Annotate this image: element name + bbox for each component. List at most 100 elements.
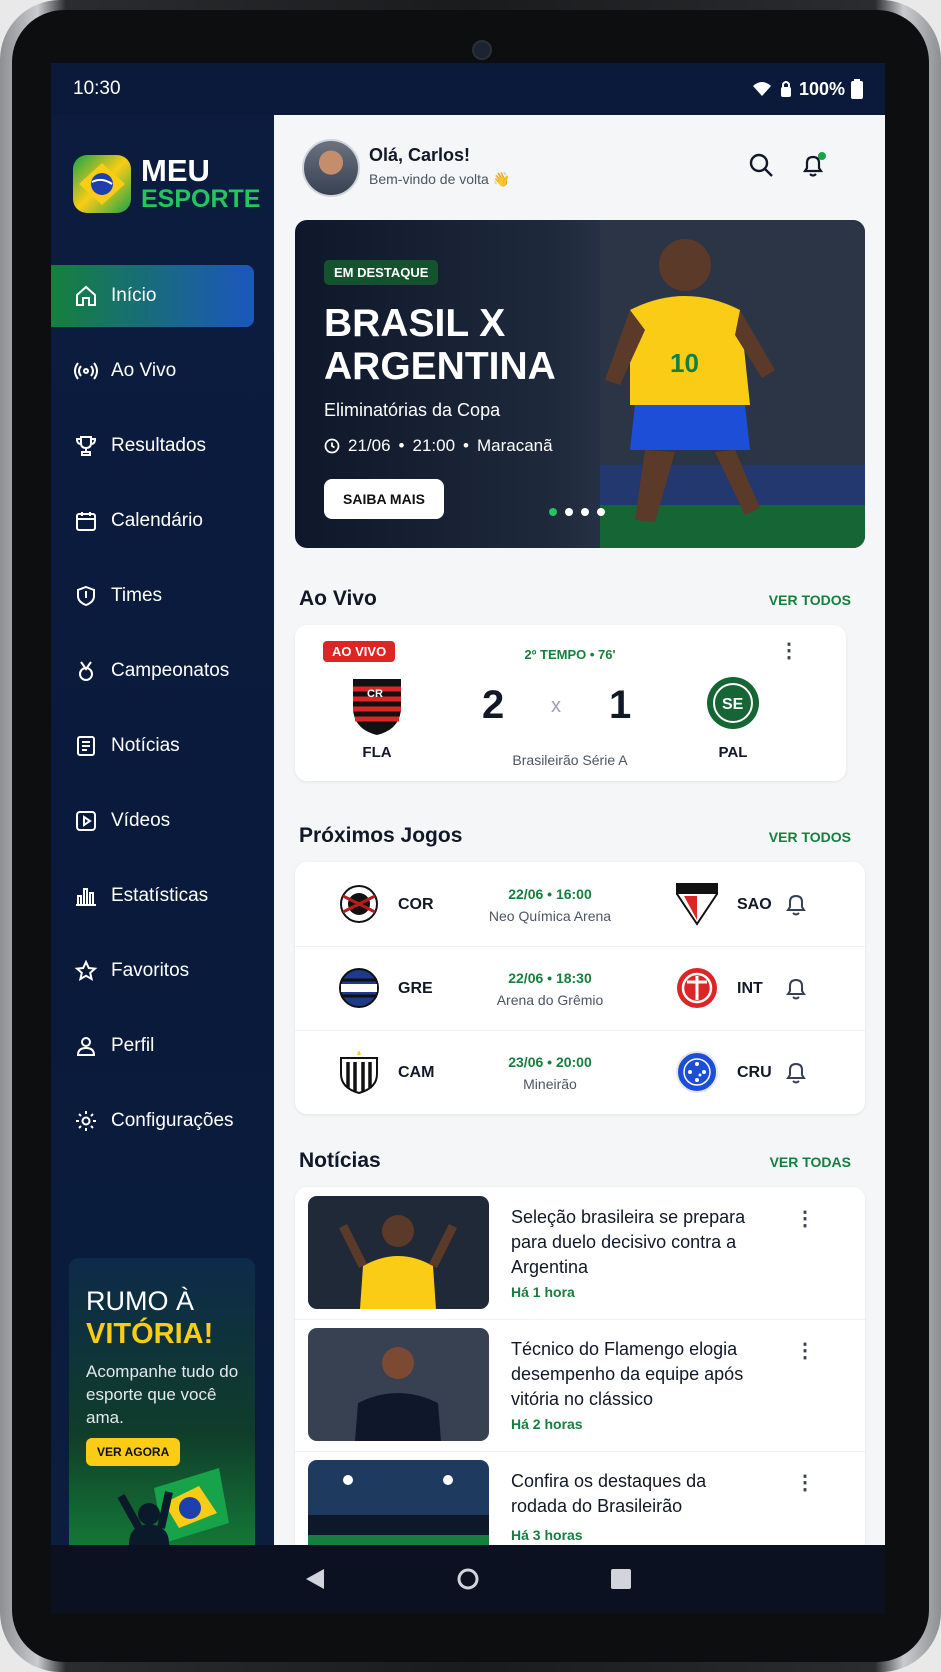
match-datetime: 22/06 • 18:30 xyxy=(508,970,592,986)
atletico-mg-crest-icon xyxy=(340,1050,378,1094)
clock-icon xyxy=(324,438,340,454)
svg-text:CR: CR xyxy=(367,688,383,700)
sidebar-item-ao-vivo[interactable]: Ao Vivo xyxy=(51,340,254,402)
featured-time: 21:00 xyxy=(412,436,456,455)
broadcast-icon xyxy=(73,358,99,384)
svg-text:SE: SE xyxy=(722,696,744,713)
match-reminder-bell-icon[interactable] xyxy=(785,976,807,1000)
shield-icon xyxy=(73,583,99,609)
sidebar-item-campeonatos[interactable]: Campeonatos xyxy=(51,640,254,702)
more-options-icon[interactable]: ⋮ xyxy=(795,1209,815,1229)
sidebar-item-noticias[interactable]: Notícias xyxy=(51,715,254,777)
news-item[interactable]: Técnico do Flamengo elogia desempenho da… xyxy=(295,1319,865,1452)
player-photo: 10 xyxy=(600,220,865,548)
user-icon xyxy=(73,1033,99,1059)
featured-banner[interactable]: 10 EM DESTAQUE BRASIL X ARGENTINA Elimin… xyxy=(295,220,865,548)
home-team-abbr: GRE xyxy=(398,980,433,997)
live-match-card[interactable]: AO VIVO 2º TEMPO • 76' ⋮ CR SE 2 x 1 FLA… xyxy=(295,625,846,781)
home-icon xyxy=(73,283,99,309)
sidebar-item-times[interactable]: Times xyxy=(51,565,254,627)
video-icon xyxy=(73,808,99,834)
sidebar-item-label: Resultados xyxy=(111,435,207,456)
news-section-title: Notícias xyxy=(299,1149,381,1172)
system-navigation-bar xyxy=(51,1545,885,1613)
promo-card[interactable]: RUMO À VITÓRIA! Acompanhe tudo do esport… xyxy=(69,1258,255,1578)
avatar[interactable] xyxy=(302,139,360,197)
stats-icon xyxy=(73,883,99,909)
status-time: 10:30 xyxy=(73,78,121,99)
sidebar-item-calendario[interactable]: Calendário xyxy=(51,490,254,552)
sidebar-item-label: Campeonatos xyxy=(111,660,230,681)
sidebar: MEU ESPORTE Início Ao Vivo Resultados Ca… xyxy=(51,115,274,1578)
learn-more-button[interactable]: SAIBA MAIS xyxy=(324,479,444,519)
back-icon[interactable] xyxy=(304,1567,326,1591)
match-datetime: 22/06 • 16:00 xyxy=(508,886,592,902)
sidebar-item-label: Times xyxy=(111,585,163,606)
header: Olá, Carlos! Bem-vindo de volta 👋 xyxy=(274,115,885,213)
live-see-all-link[interactable]: VER TODOS xyxy=(769,592,851,608)
wifi-icon xyxy=(752,82,771,96)
sidebar-item-inicio[interactable]: Início xyxy=(51,265,254,327)
sidebar-item-estatisticas[interactable]: Estatísticas xyxy=(51,865,254,927)
carousel-dot[interactable] xyxy=(549,508,557,516)
medal-icon xyxy=(73,658,99,684)
sidebar-item-label: Favoritos xyxy=(111,960,190,981)
sidebar-item-configuracoes[interactable]: Configurações xyxy=(51,1090,254,1152)
sidebar-item-label: Calendário xyxy=(111,510,203,531)
upcoming-matches-card: COR 22/06 • 16:00 Neo Química Arena SAO … xyxy=(295,862,865,1114)
featured-venue: Maracanã xyxy=(477,436,553,455)
sidebar-item-favoritos[interactable]: Favoritos xyxy=(51,940,254,1002)
upcoming-match-row[interactable]: COR 22/06 • 16:00 Neo Química Arena SAO xyxy=(295,862,865,947)
match-reminder-bell-icon[interactable] xyxy=(785,892,807,916)
app-logo[interactable]: MEU ESPORTE xyxy=(73,155,260,213)
news-item[interactable]: Seleção brasileira se prepara para duelo… xyxy=(295,1187,865,1320)
match-reminder-bell-icon[interactable] xyxy=(785,1060,807,1084)
gremio-crest-icon xyxy=(339,968,379,1008)
promo-title-line1: RUMO À xyxy=(86,1286,194,1316)
news-time: Há 1 hora xyxy=(511,1284,575,1300)
battery-icon xyxy=(851,79,863,99)
away-team-abbr: SAO xyxy=(737,896,772,913)
news-item[interactable]: Confira os destaques da rodada do Brasil… xyxy=(295,1451,865,1545)
internacional-crest-icon xyxy=(677,968,717,1008)
carousel-dots xyxy=(549,508,605,516)
search-icon[interactable] xyxy=(747,151,775,179)
corinthians-crest-icon xyxy=(340,885,378,923)
recent-apps-icon[interactable] xyxy=(610,1568,632,1590)
away-team-abbr: INT xyxy=(737,980,763,997)
upcoming-match-row[interactable]: GRE 22/06 • 18:30 Arena do Grêmio INT xyxy=(295,946,865,1031)
news-title: Técnico do Flamengo elogia desempenho da… xyxy=(511,1339,744,1409)
news-see-all-link[interactable]: VER TODAS xyxy=(770,1154,851,1170)
promo-description: Acompanhe tudo do esporte que você ama. xyxy=(86,1362,239,1427)
status-bar: 10:30 100% xyxy=(51,63,885,115)
league-name: Brasileirão Série A xyxy=(512,752,628,768)
home-button-icon[interactable] xyxy=(456,1567,480,1591)
match-datetime: 23/06 • 20:00 xyxy=(508,1054,592,1070)
carousel-dot[interactable] xyxy=(597,508,605,516)
carousel-dot[interactable] xyxy=(565,508,573,516)
notification-bell-icon[interactable] xyxy=(799,151,827,179)
score-separator: x xyxy=(551,695,561,717)
upcoming-match-row[interactable]: CAM 23/06 • 20:00 Mineirão CRU xyxy=(295,1030,865,1114)
more-options-icon[interactable]: ⋮ xyxy=(795,1341,815,1361)
main-content: Olá, Carlos! Bem-vindo de volta 👋 10 EM … xyxy=(274,115,885,1545)
front-camera xyxy=(472,40,492,60)
more-options-icon[interactable]: ⋮ xyxy=(779,641,799,661)
sidebar-item-label: Configurações xyxy=(111,1110,234,1131)
upcoming-see-all-link[interactable]: VER TODOS xyxy=(769,829,851,845)
news-card: Seleção brasileira se prepara para duelo… xyxy=(295,1187,865,1545)
flamengo-crest-icon: CR xyxy=(353,679,401,735)
news-thumbnail-stadium xyxy=(308,1460,489,1545)
sidebar-item-perfil[interactable]: Perfil xyxy=(51,1015,254,1077)
sidebar-item-videos[interactable]: Vídeos xyxy=(51,790,254,852)
more-options-icon[interactable]: ⋮ xyxy=(795,1473,815,1493)
news-thumbnail-coach xyxy=(308,1328,489,1441)
sidebar-item-label: Início xyxy=(111,285,157,306)
trophy-icon xyxy=(73,433,99,459)
carousel-dot[interactable] xyxy=(581,508,589,516)
sidebar-item-label: Estatísticas xyxy=(111,885,209,906)
cruzeiro-crest-icon xyxy=(676,1051,718,1093)
sidebar-item-resultados[interactable]: Resultados xyxy=(51,415,254,477)
sidebar-item-label: Perfil xyxy=(111,1035,155,1056)
sao-paulo-crest-icon xyxy=(676,883,718,926)
